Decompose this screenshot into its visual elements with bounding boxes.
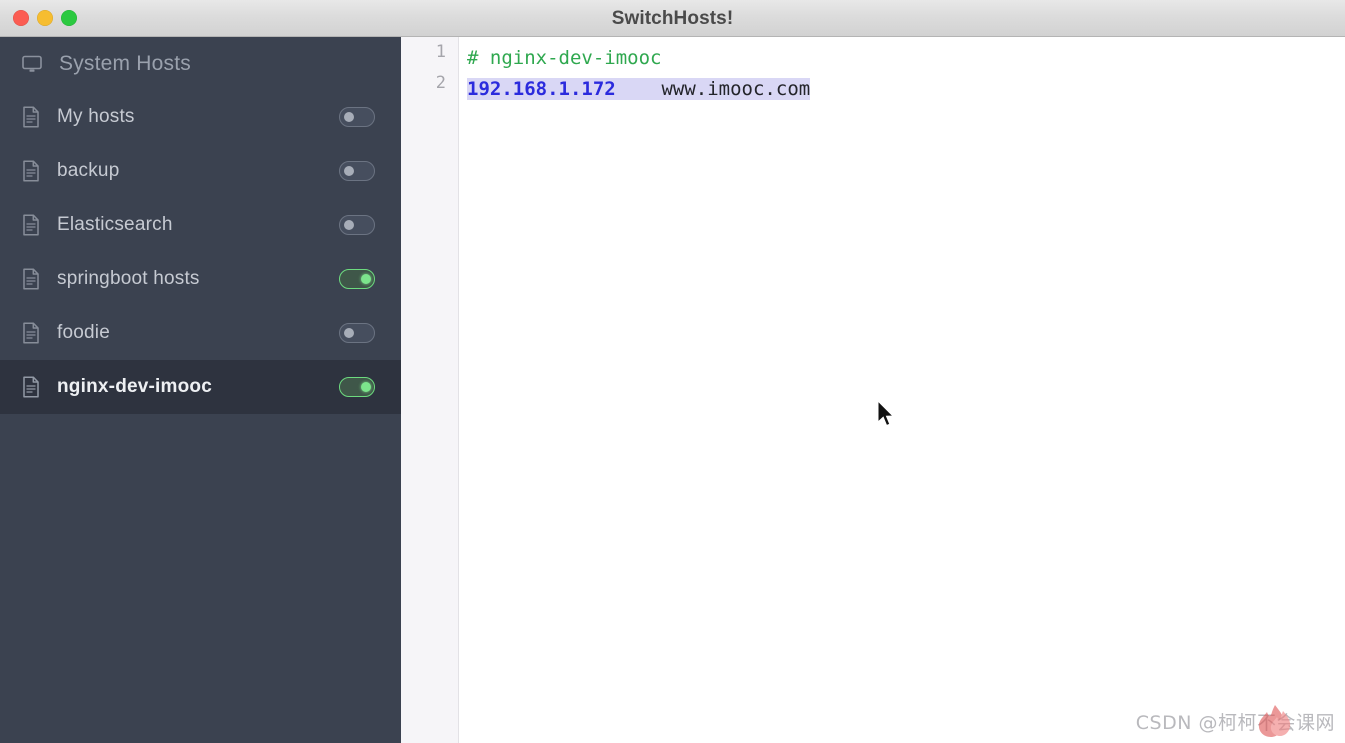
document-icon [22,268,40,290]
sidebar-item-label: springboot hosts [57,268,200,289]
sidebar-item-label: Elasticsearch [57,214,173,235]
toggle-switch[interactable] [339,323,375,343]
sidebar-item-system-hosts[interactable]: System Hosts [0,37,401,90]
toggle-switch[interactable] [339,215,375,235]
code-line-2[interactable]: 192.168.1.172 www.imooc.com [460,74,1345,105]
line-number: 1 [435,42,446,62]
document-icon [22,106,40,128]
hostname-token: www.imooc.com [661,78,811,100]
toggle-switch[interactable] [339,269,375,289]
selection-highlight: 192.168.1.172 www.imooc.com [467,78,811,100]
comment-token: # nginx-dev-imooc [467,47,662,69]
sidebar-item-foodie[interactable]: foodie [0,306,401,360]
ip-token: 192.168.1.172 [467,78,616,100]
toggle-switch[interactable] [339,161,375,181]
toggle-switch[interactable] [339,377,375,397]
window-title: SwitchHosts! [611,8,734,29]
sidebar-item-label: nginx-dev-imooc [57,376,213,397]
sidebar-item-elasticsearch[interactable]: Elasticsearch [0,198,401,252]
app-window: SwitchHosts! System Hosts My hosts backu… [0,0,1345,743]
document-icon [22,376,40,398]
monitor-icon [22,55,42,73]
line-number-gutter: 1 2 [401,37,459,743]
sidebar-item-label: foodie [57,322,110,343]
sidebar-item-springboot-hosts[interactable]: springboot hosts [0,252,401,306]
title-bar: SwitchHosts! [0,0,1345,37]
code-line-1[interactable]: # nginx-dev-imooc [460,43,1345,74]
sidebar-item-backup[interactable]: backup [0,144,401,198]
watermark-text: CSDN @柯柯不会课网 [1135,712,1335,734]
document-icon [22,160,40,182]
toggle-switch[interactable] [339,107,375,127]
document-icon [22,322,40,344]
sidebar-item-label: System Hosts [59,51,191,75]
sidebar-item-my-hosts[interactable]: My hosts [0,90,401,144]
sidebar-item-label: backup [57,160,120,181]
code-area[interactable]: # nginx-dev-imooc 192.168.1.172 www.imoo… [460,37,1345,743]
sidebar-item-label: My hosts [57,106,135,127]
line-number: 2 [435,73,446,93]
hosts-editor[interactable]: 1 2 # nginx-dev-imooc 192.168.1.172 www.… [401,37,1345,743]
document-icon [22,214,40,236]
sidebar-item-nginx-dev-imooc[interactable]: nginx-dev-imooc [0,360,401,414]
sidebar: System Hosts My hosts backup Elasticsear… [0,37,401,743]
